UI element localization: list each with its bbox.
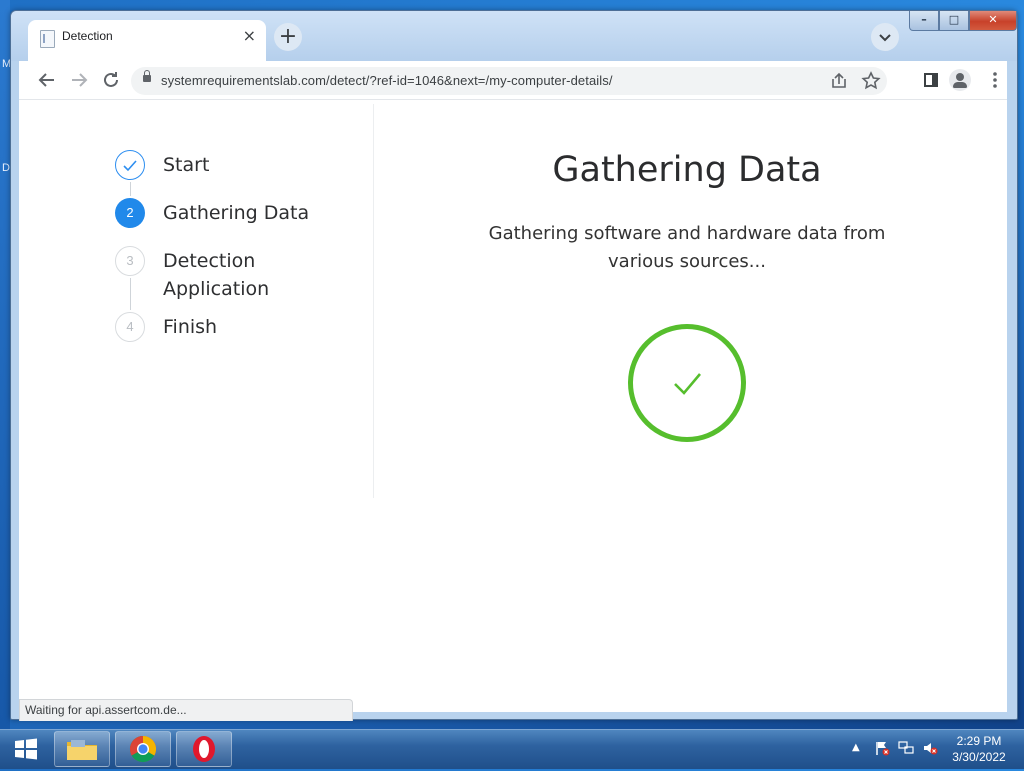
side-panel-icon [924,73,938,87]
chrome-icon [129,735,157,763]
bookmark-button[interactable] [859,69,883,93]
browser-window: Detection × + – □ ✕ systemrequirementsla… [10,10,1018,721]
tab-search-button[interactable] [871,23,899,51]
taskbar-explorer[interactable] [54,731,110,767]
desktop-icon-label: D [2,162,10,174]
url-text[interactable]: systemrequirementslab.com/detect/?ref-id… [161,73,613,88]
status-bubble: Waiting for api.assertcom.de... [19,699,353,721]
menu-button[interactable] [983,68,1007,92]
opera-icon [193,736,215,762]
side-panel-button[interactable] [919,68,943,92]
chevron-down-icon [879,34,891,42]
step-label: Gathering Data [163,202,310,224]
step-label: Start [163,154,210,176]
address-bar[interactable]: systemrequirementslab.com/detect/?ref-id… [131,67,887,95]
step-number: 4 [115,312,145,342]
title-bar: Detection × + – □ ✕ [11,11,1017,62]
step-finish: 4 Finish [115,310,365,358]
clock-date: 3/30/2022 [952,750,1006,764]
step-gathering-data: 2 Gathering Data [115,196,365,244]
more-vert-icon [993,72,997,88]
column-divider [373,104,374,498]
tab-detection[interactable]: Detection × [28,20,266,62]
maximize-button[interactable]: □ [939,11,969,31]
page-subtitle: Gathering software and hardware data fro… [488,223,886,272]
minimize-button[interactable]: – [909,11,939,31]
share-button[interactable] [827,69,851,93]
taskbar-opera[interactable] [176,731,232,767]
lock-icon [143,70,151,82]
desktop-edge [0,0,10,730]
back-button[interactable] [35,68,59,92]
star-icon [861,71,881,90]
step-label: Detection Application [163,250,270,300]
status-text: Waiting for api.assertcom.de... [25,703,187,717]
success-ring [628,324,746,442]
page-document-icon [40,30,55,48]
taskbar-chrome[interactable] [115,731,171,767]
folder-icon [67,740,97,760]
check-icon [674,373,701,395]
close-window-button[interactable]: ✕ [969,11,1017,31]
taskbar: ▲ 2:29 PM 3/30/2022 [0,729,1024,769]
forward-button[interactable] [67,68,91,92]
action-center-flag-icon[interactable] [874,740,890,756]
windows-logo-icon [15,738,37,760]
tab-title: Detection [62,29,113,43]
step-number: 2 [115,198,145,228]
arrow-right-icon [72,73,88,87]
reload-button[interactable] [99,68,123,92]
system-clock[interactable]: 2:29 PM 3/30/2022 [946,733,1012,765]
new-tab-button[interactable]: + [274,23,302,51]
window-controls: – □ ✕ [909,11,1017,31]
step-detection-application: 3 Detection Application [115,244,365,310]
check-icon [123,160,137,172]
show-hidden-icons-button[interactable]: ▲ [852,742,860,753]
share-icon [832,72,846,88]
profile-avatar[interactable] [949,69,971,91]
step-label: Finish [163,316,218,338]
close-tab-icon[interactable]: × [243,26,256,46]
page-title: Gathering Data [552,150,822,190]
step-connector [130,278,131,310]
reload-icon [104,72,118,87]
browser-toolbar: systemrequirementslab.com/detect/?ref-id… [19,61,1007,100]
start-button[interactable] [4,732,48,767]
page-viewport: Start 2 Gathering Data 3 Detection Appli… [19,100,1007,712]
network-icon[interactable] [898,740,914,756]
volume-muted-icon[interactable] [922,740,938,756]
step-start: Start [115,148,365,196]
step-connector [130,182,131,196]
arrow-left-icon [38,73,54,87]
progress-steps: Start 2 Gathering Data 3 Detection Appli… [115,148,365,358]
step-check-circle [115,150,145,180]
step-number: 3 [115,246,145,276]
clock-time: 2:29 PM [956,734,1002,748]
